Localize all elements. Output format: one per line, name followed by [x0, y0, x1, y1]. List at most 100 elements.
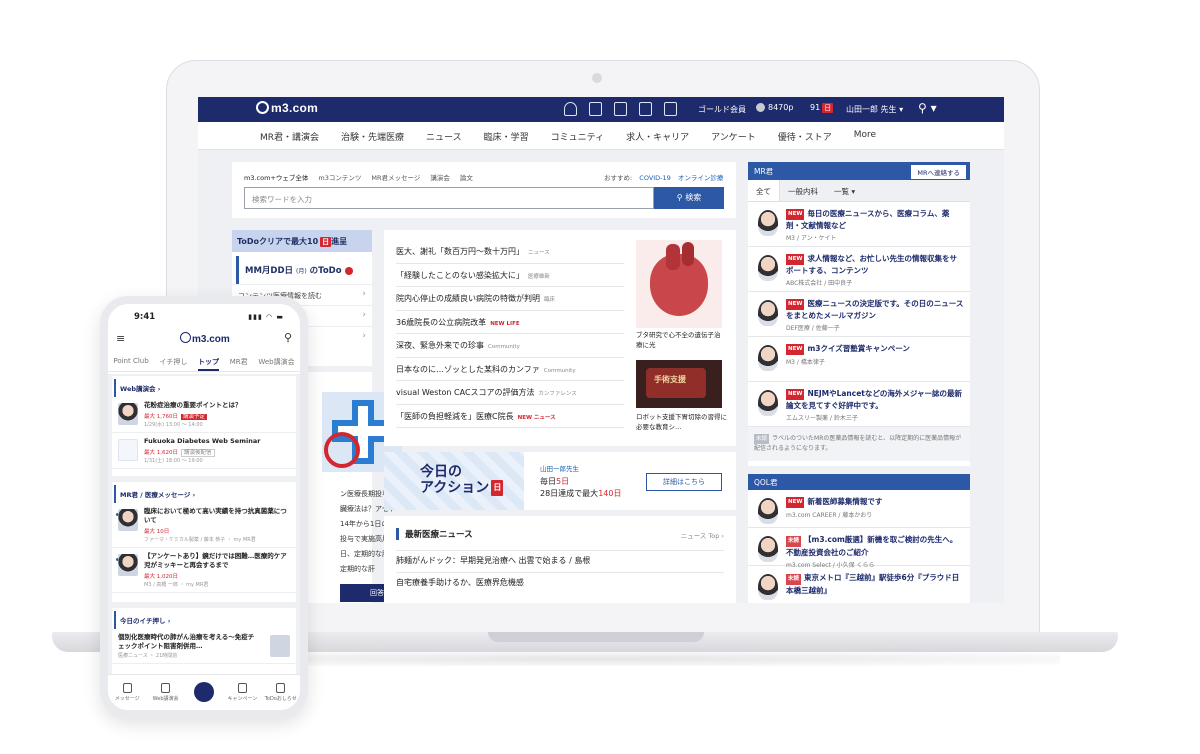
mr-message-item[interactable]: NEW m3クイズ習塾賞キャンペーン M3 / 橋本律子 [748, 337, 970, 382]
tab-all[interactable]: 全て [748, 180, 780, 201]
main-nav: MR君・講演会 治験・先端医療 ニュース 臨床・学習 コミュニティ 求人・キャリ… [198, 122, 1004, 150]
mr-card[interactable]: 【アンケートあり】鏡だけでは困難…医療的ケア児がミッキーと再会するまで 最大 1… [112, 548, 296, 593]
heart-image[interactable] [636, 240, 722, 328]
qol-item[interactable]: NEW 新着医師募集情報です m3.com CAREER / 藤本かおり [748, 490, 970, 528]
search-button[interactable]: ⚲ 検索 [654, 187, 724, 209]
surgery-image[interactable]: 手術支援 [636, 360, 722, 408]
avatar [758, 574, 778, 600]
todo-count-badge [344, 266, 353, 275]
mr-panel: MR君 MRへ連絡する 全て 一般内科 一覧 ▾ NEW 毎日の医療ニュースから、医… [748, 162, 970, 466]
nav-community[interactable]: コミュニティ [551, 130, 604, 143]
laptop-screen: m3.com ゴールド会員 8470p 91 日 山田一郎 先生 ▾ ⚲ ▾ MR… [198, 97, 1004, 603]
section-header[interactable]: MR君 / 医療メッセージ › [114, 485, 296, 503]
m3-logo[interactable]: m3.com [180, 332, 230, 345]
bottom-nav-home[interactable] [187, 681, 221, 704]
scope-option[interactable]: MR君メッセージ [371, 172, 420, 182]
section-header[interactable]: Web講演会 › [114, 379, 296, 397]
checklist-icon[interactable] [614, 102, 627, 116]
action-progress: 毎日5日 28日達成で最大140日 [540, 477, 622, 498]
news-item[interactable]: 「医師の負担軽減を」医療C院長 NEW ニュース [396, 405, 624, 428]
nav-career[interactable]: 求人・キャリア [626, 130, 689, 143]
news-item[interactable]: visual Weston CACスコアの評価方法 カンファレンス [396, 381, 624, 405]
nav-survey[interactable]: アンケート [711, 130, 756, 143]
nav-clinical-trials[interactable]: 治験・先端医療 [341, 130, 404, 143]
avatar [758, 210, 778, 236]
tab-list[interactable]: 一覧 ▾ [826, 180, 863, 201]
m3-logo[interactable]: m3.com [256, 101, 318, 115]
coin-icon [756, 103, 765, 112]
points-display[interactable]: 8470p [756, 103, 793, 112]
todo-date[interactable]: MM月DD日 (月) のToDo [236, 256, 372, 284]
lecture-card[interactable]: Fukuoka Diabetes Web Seminar 最大 1,620日 講演… [112, 433, 296, 469]
phone-header: ≡ m3.com ⚲ [108, 328, 300, 350]
search-icon[interactable]: ⚲ ▾ [918, 101, 937, 115]
laptop-notch [488, 632, 704, 642]
gift-icon [237, 683, 247, 693]
todo-header[interactable]: ToDoクリアで最大10 日進呈 [232, 230, 372, 252]
todo-icon[interactable] [664, 102, 677, 116]
notification-count[interactable]: 91 日 [810, 103, 834, 113]
image-caption[interactable]: ブタ研究で心不全の遺伝子治療に光 [636, 330, 726, 350]
qol-item[interactable]: 未読 東京メトロ『三越前』駅徒歩6分『プラウド日本橋三越前』 [748, 566, 970, 603]
latest-news-item[interactable]: 自宅療養手助けるか、医療界危機感 [396, 572, 724, 592]
user-menu[interactable]: 山田一郎 先生 ▾ [846, 104, 903, 115]
image-caption[interactable]: ロボット支援下胃切除の習得に必要な教育シ… [636, 412, 728, 432]
scope-option[interactable]: 論文 [460, 172, 473, 182]
bottom-nav-message[interactable]: メッセージ [110, 683, 144, 702]
search-icon[interactable]: ⚲ [284, 331, 292, 344]
scope-option[interactable]: m3.com+ウェブ全体 [244, 172, 308, 182]
mr-tabs: 全て 一般内科 一覧 ▾ [748, 180, 970, 202]
mr-message-item[interactable]: NEW NEJMやLancetなどの海外メジャー誌の最新論文を見てすぐ好評中です。… [748, 382, 970, 427]
mr-message-item[interactable]: NEW 毎日の医療ニュースから、医療コラム、薬剤・文献情報など M3 / アン・ケイ… [748, 202, 970, 247]
news-item[interactable]: 日本なのに…ゾッとした某科のカンファ Community [396, 358, 624, 381]
latest-news-item[interactable]: 肺麺がんドック：早期発見治療へ 出雲で始まる / 島根 [396, 550, 724, 570]
recommend-link[interactable]: COVID-19 [639, 174, 671, 182]
mr-card[interactable]: 臨床において極めて高い実績を持つ抗真菌薬について 最大 10日 ファーマ・ケミカ… [112, 503, 296, 548]
bottom-nav-todo[interactable]: ToDoおしらせ [264, 683, 298, 702]
tab-mr[interactable]: MR君 [230, 354, 248, 371]
nav-mr[interactable]: MR君・講演会 [260, 130, 319, 143]
news-item[interactable]: 「経験したことのない感染拡大に」 医療維新 [396, 264, 624, 287]
qol-item[interactable]: 未読 【m3.com厳選】新機を取ご検討の先生へ。不動産投資会社のご紹介 m3.co… [748, 528, 970, 569]
tab-point-club[interactable]: Point Club [113, 354, 148, 371]
news-item[interactable]: 36歳院長の公立病院改革 NEW LIFE [396, 311, 624, 334]
mr-icon[interactable] [589, 102, 602, 116]
signal-icon: ▮▮▮ ◠ ▬ [248, 313, 284, 321]
gift-icon[interactable] [639, 102, 652, 116]
lecture-card[interactable]: 花粉症治療の重要ポイントとは？ 最大 1,760日 講演予定 1/29(水) 13… [112, 397, 296, 433]
nav-more[interactable]: More [854, 130, 876, 143]
menu-icon[interactable]: ≡ [116, 332, 125, 345]
pick-section: 今日のイチ押し › 個別化医療時代の肺がん治療を考える〜免疫チェックポイント阻害… [112, 608, 296, 674]
person-icon[interactable] [564, 102, 577, 116]
news-item[interactable]: 医大、謝礼「数百万円～数十万円」 ニュース [396, 240, 624, 264]
top-icon-group [564, 102, 677, 116]
news-item[interactable]: 深夜、緊急外来での珍事 Community [396, 334, 624, 358]
status-time: 9:41 [134, 312, 156, 322]
web-lecture-section: Web講演会 › 花粉症治療の重要ポイントとは？ 最大 1,760日 講演予定 1… [112, 376, 296, 476]
todays-action-banner: 今日の アクション日 山田一郎先生 毎日5日 28日達成で最大140日 詳細はこち… [384, 452, 736, 510]
nav-news[interactable]: ニュース [426, 130, 462, 143]
recommend-link[interactable]: オンライン診療 [678, 174, 724, 182]
details-button[interactable]: 詳細はこちら [646, 473, 722, 491]
nav-clinical-learning[interactable]: 臨床・学習 [484, 130, 529, 143]
section-header[interactable]: 今日のイチ押し › [114, 611, 296, 629]
news-item[interactable]: 院内心停止の成績良い病院の特徴が判明 臨床 [396, 287, 624, 311]
mr-message-item[interactable]: NEW 医療ニュースの決定版です。その日のニュースをまとめたメールマガジン DEF医… [748, 292, 970, 337]
nav-store[interactable]: 優待・ストア [778, 130, 832, 143]
search-input[interactable]: 検索ワードを入力 [244, 187, 654, 209]
tab-top[interactable]: トップ [198, 354, 220, 371]
avatar [758, 300, 778, 326]
mr-message-item[interactable]: NEW 求人情報など、お忙しい先生の情報収集をサポートする、コンテンツ ABC株式会… [748, 247, 970, 292]
contact-mr-button[interactable]: MRへ連絡する [911, 165, 966, 179]
bottom-nav-web-lecture[interactable]: Web講演会 [149, 683, 183, 702]
scope-option[interactable]: 講演会 [430, 172, 450, 182]
scope-option[interactable]: m3コンテンツ [318, 172, 361, 182]
mr-message-section: MR君 / 医療メッセージ › 臨床において極めて高い実績を持つ抗真菌薬について… [112, 482, 296, 602]
phone-tabs: Point Club イチ押し トップ MR君 Web講演会 [108, 354, 300, 372]
tab-general-internal[interactable]: 一般内科 [780, 180, 826, 201]
news-top-link[interactable]: ニュース Top › [681, 530, 724, 540]
tab-pick[interactable]: イチ押し [159, 354, 187, 371]
bottom-nav-campaign[interactable]: キャンペーン [225, 683, 259, 702]
pick-card[interactable]: 個別化医療時代の肺がん治療を考える〜免疫チェックポイント阻害剤併用… 医療ニュー… [112, 629, 296, 664]
tab-web-lecture[interactable]: Web講演会 [258, 354, 294, 371]
